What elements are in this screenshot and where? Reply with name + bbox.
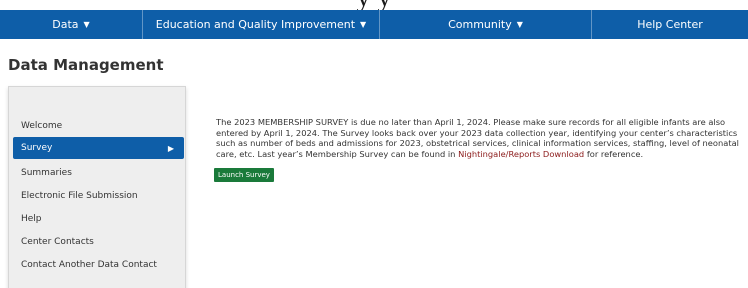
sidebar-item-summaries[interactable]: Summaries [13, 162, 184, 184]
caret-down-icon: ▼ [83, 20, 90, 29]
nav-data-label: Data [52, 18, 79, 31]
launch-survey-button[interactable]: Launch Survey [214, 168, 274, 182]
sidebar-item-survey[interactable]: Survey ▶ [13, 137, 184, 159]
reports-download-link[interactable]: Nightingale/Reports Download [458, 149, 584, 159]
sidebar-item-center-contacts[interactable]: Center Contacts [13, 231, 184, 253]
survey-description: The 2023 MEMBERSHIP SURVEY is due no lat… [216, 117, 744, 159]
nav-help-center-label: Help Center [637, 18, 703, 31]
sidebar-item-label: Contact Another Data Contact [21, 260, 157, 270]
sidebar-item-label: Welcome [21, 121, 63, 131]
caret-down-icon: ▼ [516, 20, 523, 29]
sidebar: Welcome Survey ▶ Summaries Electronic Fi… [8, 86, 186, 288]
sidebar-item-label: Help [21, 214, 42, 224]
sidebar-item-label: Electronic File Submission [21, 191, 138, 201]
nav-community[interactable]: Community ▼ [380, 10, 592, 39]
sidebar-item-contact-another-data-contact[interactable]: Contact Another Data Contact [13, 254, 184, 276]
sidebar-item-help[interactable]: Help [13, 208, 184, 230]
nav-help-center[interactable]: Help Center [592, 10, 748, 39]
nav-data[interactable]: Data ▼ [0, 10, 143, 39]
caret-down-icon: ▼ [360, 20, 367, 29]
sidebar-item-label: Center Contacts [21, 237, 94, 247]
sidebar-item-label: Survey [21, 143, 53, 153]
nav-education[interactable]: Education and Quality Improvement ▼ [143, 10, 380, 39]
nav-community-label: Community [448, 18, 512, 31]
survey-text-end: for reference. [584, 148, 644, 159]
top-navigation: Data ▼ Education and Quality Improvement… [0, 10, 748, 39]
sidebar-item-electronic-file-submission[interactable]: Electronic File Submission [13, 185, 184, 207]
sidebar-item-label: Summaries [21, 168, 72, 178]
nav-education-label: Education and Quality Improvement [155, 18, 356, 31]
page-title: Data Management [8, 56, 164, 74]
caret-right-icon: ▶ [167, 143, 174, 153]
sidebar-item-welcome[interactable]: Welcome [13, 115, 184, 137]
